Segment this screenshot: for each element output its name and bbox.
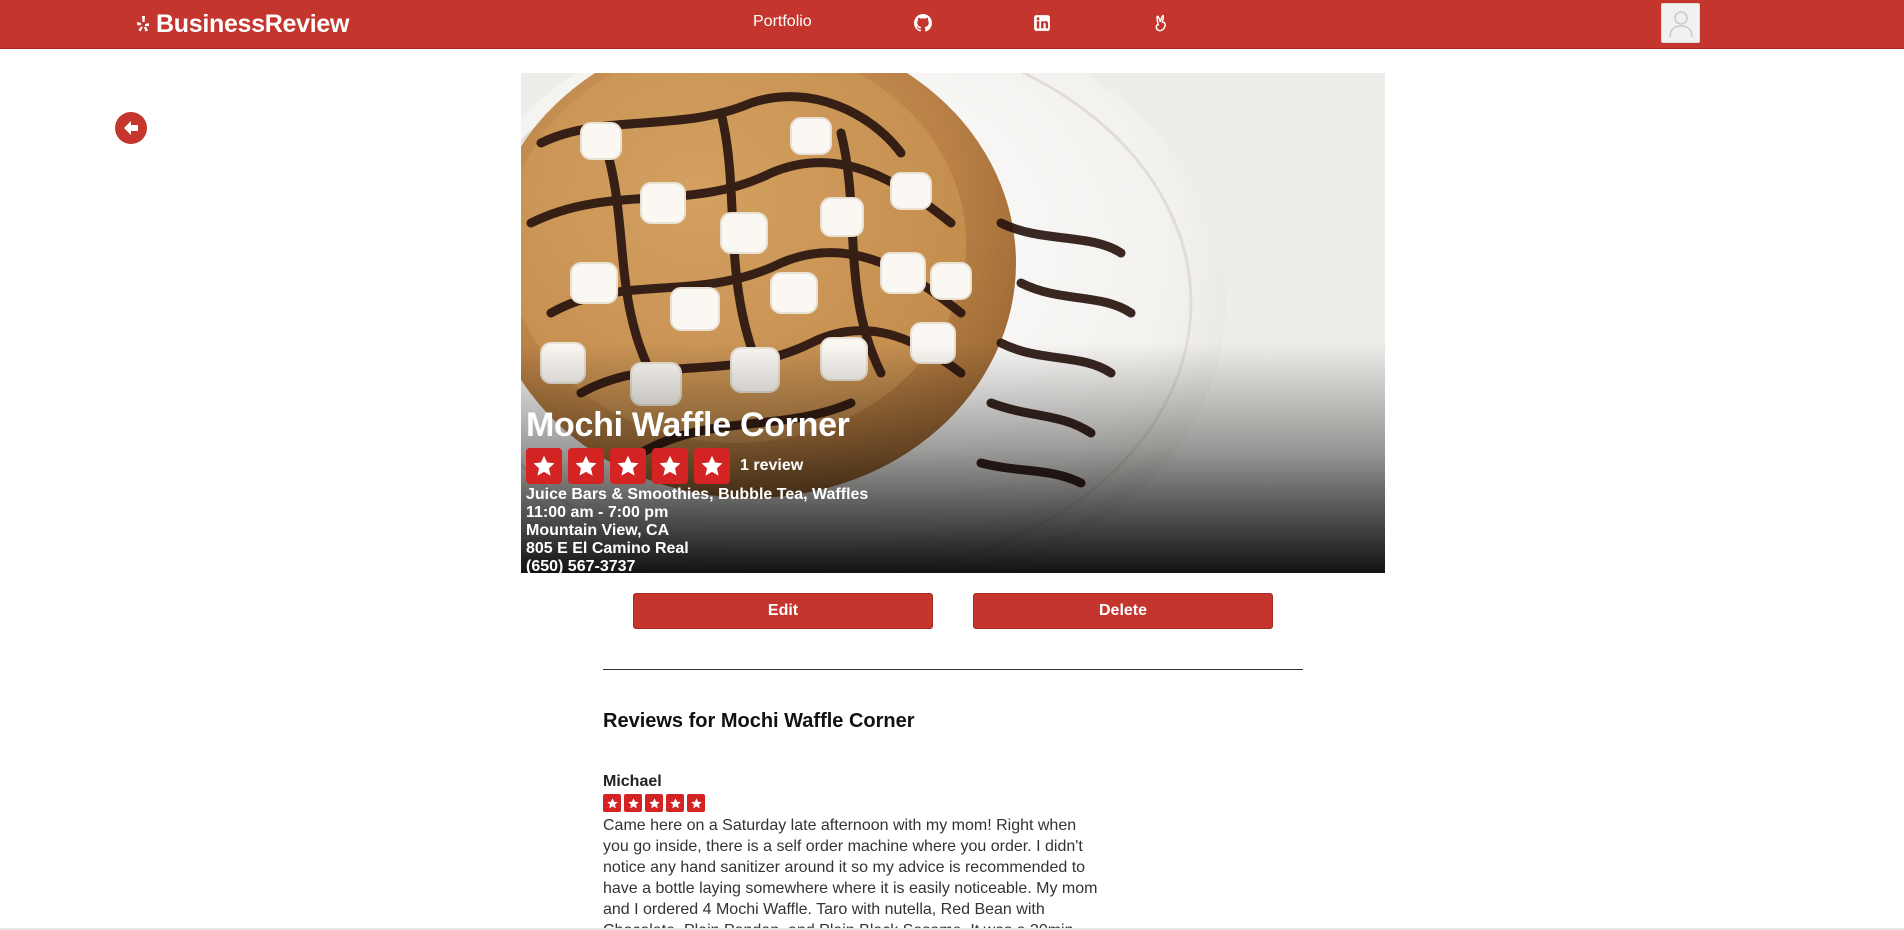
star-icon [645,794,663,812]
review-text: Came here on a Saturday late afternoon w… [603,817,1098,930]
star-icon [526,448,562,484]
top-navbar: BusinessReview Portfolio [0,0,1904,49]
review-rating [603,794,1103,812]
reviews-heading: Reviews for Mochi Waffle Corner [603,710,915,732]
linkedin-icon[interactable] [1033,14,1051,32]
star-icon [624,794,642,812]
delete-button[interactable]: Delete [973,593,1273,629]
business-info: Mochi Waffle Corner 1 review Juice Bars … [526,405,868,573]
star-icon [694,448,730,484]
star-icon [652,448,688,484]
brand-name: BusinessReview [156,9,350,38]
business-phone: (650) 567-3737 [526,558,636,573]
business-name: Mochi Waffle Corner [526,406,850,444]
review-count: 1 review [740,457,804,474]
review-author: Michael [603,773,662,790]
business-hours: 11:00 am - 7:00 pm [526,504,669,521]
star-icon [666,794,684,812]
business-hero: Mochi Waffle Corner 1 review Juice Bars … [521,73,1385,573]
edit-button[interactable]: Edit [633,593,933,629]
section-divider [603,669,1303,670]
portfolio-link[interactable]: Portfolio [753,13,812,31]
review-item: Michael Came here on a Saturday late aft… [603,773,1103,930]
user-avatar-button[interactable] [1661,3,1700,43]
arrow-left-icon [124,121,138,135]
business-address: 805 E El Camino Real [526,540,689,557]
github-icon[interactable] [914,14,932,32]
back-button[interactable] [115,112,147,144]
business-rating: 1 review [526,448,868,484]
star-icon [687,794,705,812]
star-icon [568,448,604,484]
angellist-icon[interactable] [1152,14,1170,32]
star-icon [603,794,621,812]
business-city: Mountain View, CA [526,522,670,539]
user-avatar-icon [1668,11,1693,38]
burst-logo-icon [137,16,149,32]
business-categories: Juice Bars & Smoothies, Bubble Tea, Waff… [526,486,869,503]
brand-logo[interactable]: BusinessReview [136,10,349,38]
star-icon [610,448,646,484]
